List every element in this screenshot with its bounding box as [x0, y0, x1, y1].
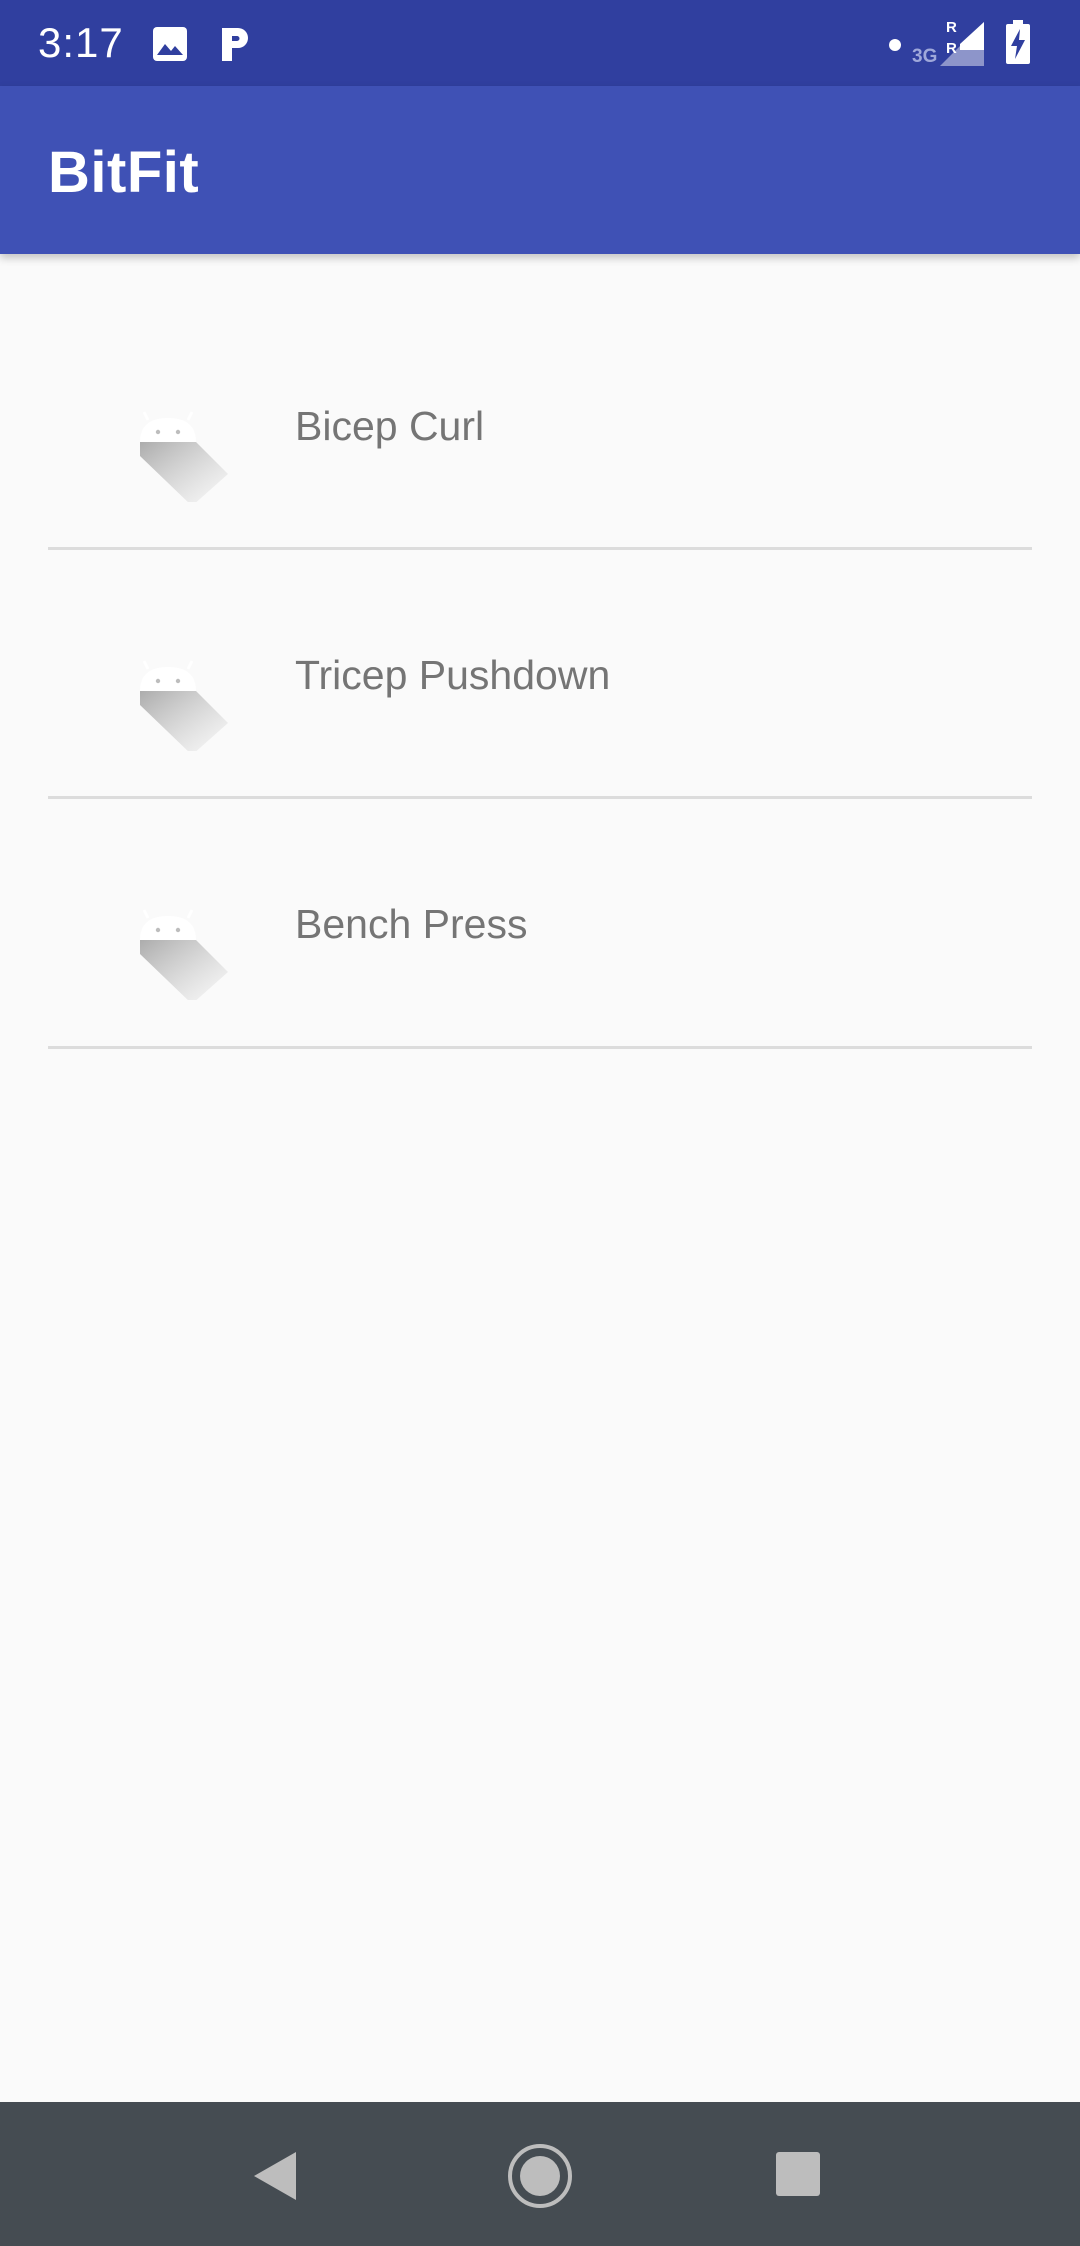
recents-icon[interactable]: [774, 2150, 822, 2198]
battery-charging-icon: [1006, 20, 1030, 64]
exercise-label: Tricep Pushdown: [295, 652, 611, 698]
status-bar: 3:17 R R 3G: [0, 0, 1080, 86]
exercise-label: Bicep Curl: [295, 403, 485, 449]
dot-icon: [889, 39, 901, 51]
navigation-bar: [0, 2102, 1080, 2246]
roaming-label-top: R: [946, 19, 957, 36]
image-icon: [153, 27, 187, 61]
list-item[interactable]: Bicep Curl: [0, 254, 1080, 502]
network-label: 3G: [912, 46, 937, 67]
list-item[interactable]: Bench Press: [0, 750, 1080, 1000]
app-bar: BitFit: [0, 86, 1080, 254]
exercise-list: Bicep Curl Tricep Pushdown Bench Press: [0, 254, 1080, 1049]
exercise-label: Bench Press: [295, 901, 528, 947]
android-placeholder-icon: [140, 660, 228, 751]
list-divider: [48, 1046, 1032, 1049]
home-icon[interactable]: [506, 2142, 574, 2210]
android-placeholder-icon: [140, 411, 228, 502]
signal-3g-icon: R R 3G: [912, 19, 984, 67]
android-placeholder-icon: [140, 909, 228, 1000]
app-title: BitFit: [48, 140, 200, 205]
list-item[interactable]: Tricep Pushdown: [0, 502, 1080, 751]
status-time: 3:17: [38, 19, 124, 66]
back-icon[interactable]: [248, 2148, 300, 2204]
parking-icon: [222, 28, 248, 61]
roaming-label-bottom: R: [946, 40, 957, 57]
